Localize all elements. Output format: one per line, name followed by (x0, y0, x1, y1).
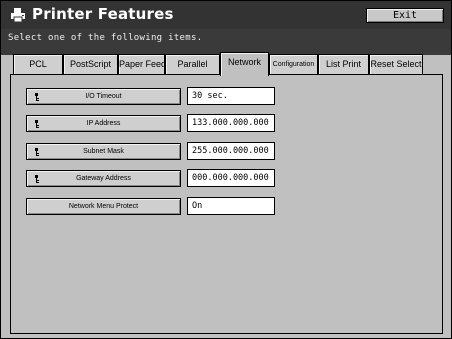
tab-configuration[interactable]: Configuration (269, 54, 318, 74)
ip-address-button[interactable]: IP Address (26, 115, 181, 132)
printer-features-screen: Printer Features Exit Select one of the … (0, 0, 452, 339)
network-menu-protect-value: On (187, 197, 275, 215)
io-timeout-label: I/O Timeout (85, 93, 122, 100)
subnet-mask-value: 255.000.000.000 (187, 142, 275, 160)
gateway-address-label: Gateway Address (76, 175, 131, 182)
tab-parallel[interactable]: Parallel (165, 54, 220, 74)
subnet-mask-label: Subnet Mask (83, 148, 124, 155)
gateway-address-button[interactable]: Gateway Address (26, 170, 181, 187)
instruction-text: Select one of the following items. (8, 33, 203, 43)
ip-address-label: IP Address (86, 120, 121, 127)
subnet-mask-button[interactable]: Subnet Mask (26, 143, 181, 160)
tab-network[interactable]: Network (220, 52, 269, 76)
tab-pcl[interactable]: PCL (13, 54, 63, 74)
tab-postscript[interactable]: PostScript (63, 54, 118, 74)
page-title: Printer Features (32, 5, 174, 23)
exit-button[interactable]: Exit (366, 8, 444, 23)
io-timeout-button[interactable]: I/O Timeout (26, 88, 181, 105)
tab-list-print[interactable]: List Print (318, 54, 369, 74)
tab-reset-select[interactable]: Reset Select (369, 54, 423, 74)
network-menu-protect-button[interactable]: Network Menu Protect (26, 198, 181, 215)
gateway-address-value: 000.000.000.000 (187, 169, 275, 187)
ip-address-value: 133.000.000.000 (187, 114, 275, 132)
io-timeout-value: 30 sec. (187, 87, 275, 105)
network-menu-protect-label: Network Menu Protect (68, 203, 139, 210)
printer-icon (11, 8, 25, 23)
tab-paper-feed[interactable]: Paper Feed (118, 54, 165, 74)
title-bar: Printer Features Exit (1, 1, 451, 29)
